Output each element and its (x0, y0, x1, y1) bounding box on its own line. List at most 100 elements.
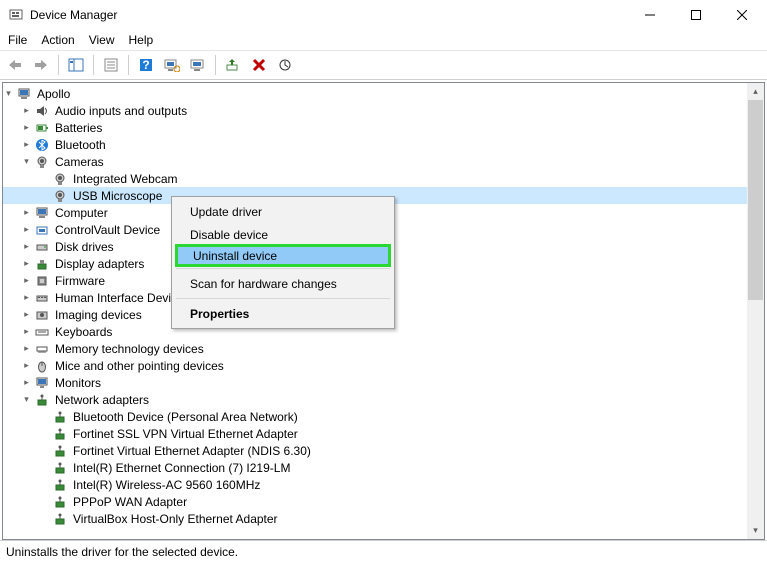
tree-label: Cameras (53, 155, 106, 169)
monitor-button[interactable] (187, 54, 209, 76)
tree-label: Display adapters (53, 257, 146, 271)
tree-item-net-vbox[interactable]: VirtualBox Host-Only Ethernet Adapter (3, 510, 747, 527)
window-title: Device Manager (30, 8, 627, 22)
close-button[interactable] (719, 0, 765, 30)
tree-label: Computer (53, 206, 110, 220)
bluetooth-icon (34, 137, 50, 153)
tree-label: Apollo (35, 87, 72, 101)
expander-icon[interactable]: ▸ (21, 139, 32, 150)
forward-button[interactable] (30, 54, 52, 76)
tree-item-network[interactable]: ▾ Network adapters (3, 391, 747, 408)
tree-item-audio[interactable]: ▸ Audio inputs and outputs (3, 102, 747, 119)
app-icon (8, 7, 24, 23)
ctx-separator (176, 268, 390, 269)
tree-label: Bluetooth Device (Personal Area Network) (71, 410, 300, 424)
uninstall-button[interactable] (248, 54, 270, 76)
tree-label: Mice and other pointing devices (53, 359, 226, 373)
tree-label: Fortinet SSL VPN Virtual Ethernet Adapte… (71, 427, 300, 441)
network-icon (52, 477, 68, 493)
tree-label: Disk drives (53, 240, 116, 254)
titlebar: Device Manager (0, 0, 767, 30)
tree-item-net-pppop[interactable]: PPPoP WAN Adapter (3, 493, 747, 510)
expander-icon[interactable]: ▸ (21, 309, 32, 320)
display-icon (34, 256, 50, 272)
expander-icon[interactable]: ▾ (21, 156, 32, 167)
expander-icon[interactable]: ▸ (21, 292, 32, 303)
addhw-button[interactable] (222, 54, 244, 76)
tree-label: Keyboards (53, 325, 114, 339)
tree-label: Monitors (53, 376, 103, 390)
menu-action[interactable]: Action (41, 33, 74, 47)
firmware-icon (34, 273, 50, 289)
hid-icon (34, 290, 50, 306)
scroll-down-icon[interactable]: ▾ (747, 522, 764, 539)
menubar: File Action View Help (0, 30, 767, 50)
memory-icon (34, 341, 50, 357)
tree-root[interactable]: ▾ Apollo (3, 85, 747, 102)
ctx-scan-hardware[interactable]: Scan for hardware changes (175, 272, 391, 295)
network-icon (52, 460, 68, 476)
ctx-uninstall-device[interactable]: Uninstall device (175, 244, 391, 267)
expander-icon[interactable]: ▸ (21, 343, 32, 354)
tree-label: Batteries (53, 121, 104, 135)
expander-icon[interactable]: ▸ (21, 241, 32, 252)
expander-icon[interactable]: ▸ (21, 207, 32, 218)
expander-icon[interactable]: ▸ (21, 275, 32, 286)
expander-icon[interactable]: ▸ (21, 258, 32, 269)
tree-item-bluetooth[interactable]: ▸ Bluetooth (3, 136, 747, 153)
tree-item-memtech[interactable]: ▸ Memory technology devices (3, 340, 747, 357)
back-button[interactable] (4, 54, 26, 76)
ctx-separator (176, 298, 390, 299)
monitor-icon (34, 375, 50, 391)
tree-item-mice[interactable]: ▸ Mice and other pointing devices (3, 357, 747, 374)
properties-button[interactable] (100, 54, 122, 76)
network-icon (52, 443, 68, 459)
network-icon (34, 392, 50, 408)
menu-view[interactable]: View (89, 33, 115, 47)
tree-panel: ▾ Apollo ▸ Audio inputs and outputs ▸ Ba… (2, 82, 765, 540)
tree-label: Imaging devices (53, 308, 144, 322)
scroll-thumb[interactable] (748, 100, 763, 300)
vertical-scrollbar[interactable]: ▴ ▾ (747, 83, 764, 539)
menu-file[interactable]: File (8, 33, 27, 47)
tree-label: Fortinet Virtual Ethernet Adapter (NDIS … (71, 444, 313, 458)
network-icon (52, 426, 68, 442)
showhide-button[interactable] (65, 54, 87, 76)
expander-icon[interactable]: ▸ (21, 377, 32, 388)
expander-icon[interactable]: ▸ (21, 122, 32, 133)
expander-icon[interactable]: ▾ (21, 394, 32, 405)
tree-label: Intel(R) Ethernet Connection (7) I219-LM (71, 461, 292, 475)
scroll-up-icon[interactable]: ▴ (747, 83, 764, 100)
expander-icon[interactable]: ▸ (21, 224, 32, 235)
scanhw-button[interactable] (161, 54, 183, 76)
tree-item-net-forti[interactable]: Fortinet Virtual Ethernet Adapter (NDIS … (3, 442, 747, 459)
ctx-update-driver[interactable]: Update driver (175, 200, 391, 223)
toolbar: ? (0, 50, 767, 80)
tree-item-net-ieth[interactable]: Intel(R) Ethernet Connection (7) I219-LM (3, 459, 747, 476)
ctx-disable-device[interactable]: Disable device (175, 223, 391, 246)
maximize-button[interactable] (673, 0, 719, 30)
tree-item-integrated-webcam[interactable]: Integrated Webcam (3, 170, 747, 187)
computer-icon (16, 86, 32, 102)
help-button[interactable]: ? (135, 54, 157, 76)
audio-icon (34, 103, 50, 119)
tree-label: ControlVault Device (53, 223, 162, 237)
computer-icon (34, 205, 50, 221)
expander-icon[interactable]: ▸ (21, 105, 32, 116)
ctx-properties[interactable]: Properties (175, 302, 391, 325)
menu-help[interactable]: Help (129, 33, 154, 47)
tree-label: Memory technology devices (53, 342, 206, 356)
tree-item-net-bt[interactable]: Bluetooth Device (Personal Area Network) (3, 408, 747, 425)
tree-label: VirtualBox Host-Only Ethernet Adapter (71, 512, 280, 526)
tree-item-cameras[interactable]: ▾ Cameras (3, 153, 747, 170)
network-icon (52, 511, 68, 527)
tree-item-batteries[interactable]: ▸ Batteries (3, 119, 747, 136)
refresh-button[interactable] (274, 54, 296, 76)
tree-item-net-fortissl[interactable]: Fortinet SSL VPN Virtual Ethernet Adapte… (3, 425, 747, 442)
expander-icon[interactable]: ▸ (21, 360, 32, 371)
tree-item-monitors[interactable]: ▸ Monitors (3, 374, 747, 391)
minimize-button[interactable] (627, 0, 673, 30)
expander-icon[interactable]: ▸ (21, 326, 32, 337)
tree-item-net-iwifi[interactable]: Intel(R) Wireless-AC 9560 160MHz (3, 476, 747, 493)
expander-icon[interactable]: ▾ (3, 88, 14, 99)
